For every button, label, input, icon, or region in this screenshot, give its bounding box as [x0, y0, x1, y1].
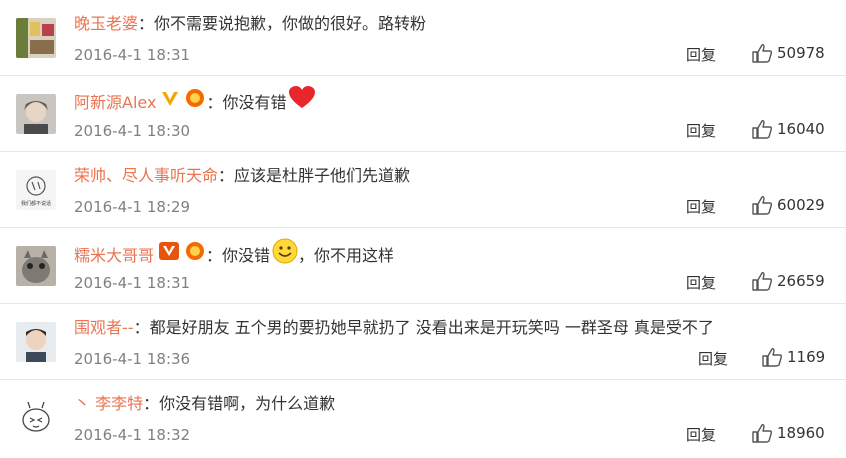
vip-badge-icon: [184, 241, 206, 270]
thumbs-up-icon: [752, 196, 773, 215]
username[interactable]: 丶 李李特: [74, 390, 143, 418]
avatar[interactable]: 我们都不说话: [16, 170, 56, 210]
reply-button[interactable]: 回复: [698, 348, 728, 370]
avatar[interactable]: [16, 398, 56, 438]
avatar[interactable]: [16, 94, 56, 134]
comment-text-after: ，你不用这样: [298, 245, 395, 265]
comment-item: 晚玉老婆 ：你不需要说抱歉，你做的很好。路转粉 2016-4-1 18:31 回…: [0, 0, 846, 76]
thumbs-up-icon: [752, 120, 773, 139]
reply-button[interactable]: 回复: [686, 196, 716, 218]
comment-text: ：应该是杜胖子他们先道歉: [218, 166, 411, 185]
avatar[interactable]: [16, 246, 56, 286]
like-button[interactable]: 26659: [751, 270, 825, 292]
verified-badge-icon: [160, 89, 180, 117]
thumbs-up-icon: [752, 424, 773, 443]
timestamp: 2016-4-1 18:31: [74, 46, 191, 64]
comment-text: ：都是好朋友 五个男的要扔她早就扔了 没看出来是开玩笑吗 一群圣母 真是受不了: [133, 318, 714, 337]
like-button[interactable]: 50978: [751, 42, 825, 64]
thumbs-up-icon: [762, 348, 783, 367]
avatar[interactable]: [16, 322, 56, 362]
avatar-caption: 我们都不说话: [21, 200, 51, 207]
username[interactable]: 围观者--: [74, 314, 134, 342]
vip-v-badge-icon: [158, 241, 180, 270]
timestamp: 2016-4-1 18:30: [74, 122, 191, 140]
username[interactable]: 阿新源Alex: [74, 89, 156, 117]
username[interactable]: 糯米大哥哥: [74, 242, 154, 270]
like-count: 26659: [777, 272, 825, 290]
reply-button[interactable]: 回复: [686, 44, 716, 66]
vip-badge-icon: [184, 88, 206, 117]
comment-text: ：你不需要说抱歉，你做的很好。路转粉: [138, 14, 427, 33]
thumbs-up-icon: [752, 44, 773, 63]
like-count: 60029: [777, 196, 825, 214]
like-count: 16040: [777, 120, 825, 138]
timestamp: 2016-4-1 18:32: [74, 426, 191, 444]
comment-item: 糯米大哥哥 ：你没错 ，你不用这样 2016-4-1 18:31 回复 2665…: [0, 228, 846, 304]
timestamp: 2016-4-1 18:29: [74, 198, 191, 216]
reply-button[interactable]: 回复: [686, 272, 716, 294]
like-button[interactable]: 1169: [761, 346, 825, 368]
comment-item: 我们都不说话 荣帅、尽人事听天命 ：应该是杜胖子他们先道歉 2016-4-1 1…: [0, 152, 846, 228]
like-count: 50978: [777, 44, 825, 62]
timestamp: 2016-4-1 18:36: [74, 350, 191, 368]
comment-text-before: ：你没错: [206, 245, 271, 265]
like-button[interactable]: 60029: [751, 194, 825, 216]
like-button[interactable]: 18960: [751, 422, 825, 444]
smile-emoji-icon: [272, 238, 298, 273]
reply-button[interactable]: 回复: [686, 424, 716, 446]
heart-emoji-icon: [288, 86, 316, 119]
thumbs-up-icon: [752, 272, 773, 291]
comment-text: ：你没有错啊，为什么道歉: [143, 394, 336, 413]
avatar[interactable]: [16, 18, 56, 58]
timestamp: 2016-4-1 18:31: [74, 274, 191, 292]
like-count: 18960: [777, 424, 825, 442]
like-count: 1169: [787, 348, 826, 366]
like-button[interactable]: 16040: [751, 118, 825, 140]
comment-item: 阿新源Alex ：你没有错 2016-4-1 18:30 回复 16040: [0, 76, 846, 152]
comment-list: 晚玉老婆 ：你不需要说抱歉，你做的很好。路转粉 2016-4-1 18:31 回…: [0, 0, 846, 458]
comment-item: 丶 李李特 ：你没有错啊，为什么道歉 2016-4-1 18:32 回复 189…: [0, 380, 846, 456]
username[interactable]: 晚玉老婆: [74, 10, 138, 38]
comment-item: 围观者-- ：都是好朋友 五个男的要扔她早就扔了 没看出来是开玩笑吗 一群圣母 …: [0, 304, 846, 380]
reply-button[interactable]: 回复: [686, 120, 716, 142]
comment-text: ：你没有错: [206, 92, 287, 112]
username[interactable]: 荣帅、尽人事听天命: [74, 162, 218, 190]
